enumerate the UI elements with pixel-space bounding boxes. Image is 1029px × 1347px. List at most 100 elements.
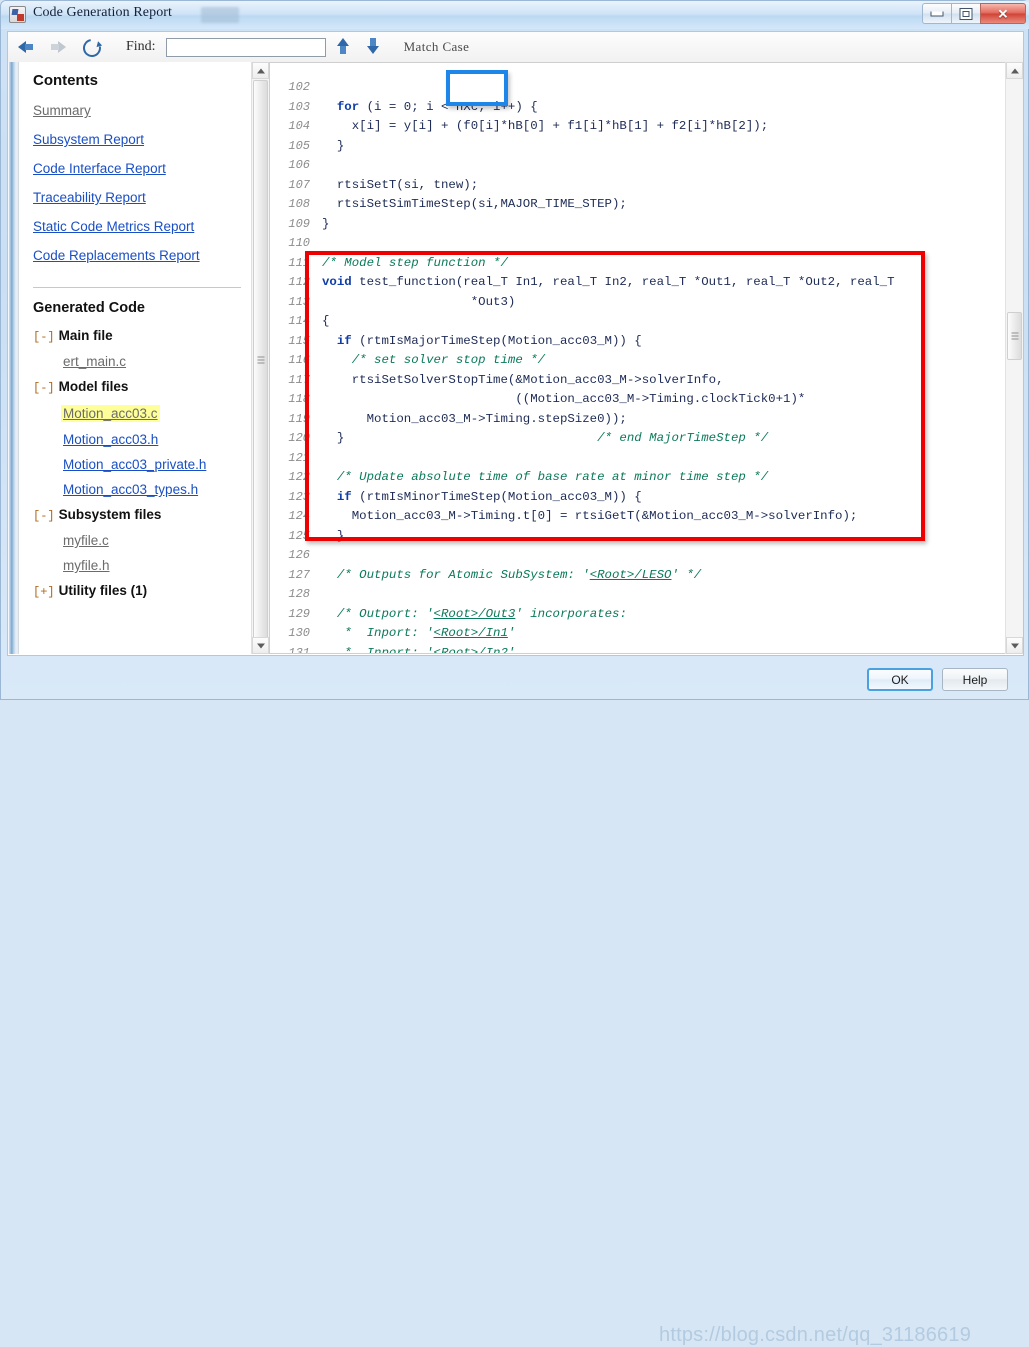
- file-link-motion-acc03-h[interactable]: Motion_acc03.h: [63, 432, 158, 447]
- code-token: }: [322, 217, 329, 231]
- code-token: rtsiSetSimTimeStep(si,MAJOR_TIME_STEP);: [322, 197, 627, 211]
- watermark-text: https://blog.csdn.net/qq_31186619: [659, 1324, 971, 1347]
- code-link[interactable]: <Root>/Out3: [434, 607, 516, 621]
- code-line: 108 rtsiSetSimTimeStep(si,MAJOR_TIME_STE…: [270, 195, 1005, 215]
- help-button[interactable]: Help: [942, 668, 1008, 691]
- code-token: }: [322, 431, 597, 445]
- collapse-toggle-icon[interactable]: [-]: [33, 381, 55, 395]
- code-line: 131 * Inport: '<Root>/In2': [270, 644, 1005, 654]
- sidebar-link-code-replacements-report[interactable]: Code Replacements Report: [33, 248, 239, 263]
- code-token: rtsiSetT(si, tnew);: [322, 178, 478, 192]
- find-previous-button[interactable]: [330, 35, 356, 59]
- chevron-down-icon: [1011, 643, 1019, 648]
- code-scroll-up-button[interactable]: [1006, 62, 1023, 79]
- group-subsystem-files: [-]Subsystem files myfile.c myfile.h: [33, 507, 239, 573]
- sidebar-scroll-down-button[interactable]: [252, 637, 269, 654]
- code-token: Motion_acc03_M->Timing.t[0] = rtsiGetT(&…: [322, 509, 857, 523]
- code-token: ((Motion_acc03_M->Timing.clockTick0+1)*: [322, 392, 805, 406]
- search-input[interactable]: [166, 38, 326, 57]
- line-number: 123: [270, 488, 310, 508]
- line-number: 122: [270, 468, 310, 488]
- code-token: for: [337, 100, 359, 114]
- code-link[interactable]: <Root>/In2: [434, 646, 508, 654]
- line-number: 102: [270, 78, 310, 98]
- code-token: /* Update absolute time of base rate at …: [337, 470, 768, 484]
- find-label: Find:: [126, 39, 156, 55]
- line-number: 131: [270, 644, 310, 654]
- line-number: 118: [270, 390, 310, 410]
- group-utility-files-header[interactable]: [+]Utility files (1): [33, 583, 239, 599]
- find-next-icon: [367, 46, 379, 54]
- code-line: 106: [270, 156, 1005, 176]
- window-title: Code Generation Report: [33, 5, 172, 21]
- report-icon: [9, 6, 26, 23]
- code-token: ' */: [671, 568, 701, 582]
- code-line: 125 }: [270, 527, 1005, 547]
- code-viewport[interactable]: 102103 for (i = 0; i < nXc; i++) {104 x[…: [269, 62, 1006, 654]
- code-scrollbar[interactable]: [1005, 62, 1024, 654]
- code-scroll-thumb[interactable]: [1007, 312, 1022, 360]
- code-line: 117 rtsiSetSolverStopTime(&Motion_acc03_…: [270, 371, 1005, 391]
- code-token: test_function(real_T In1, real_T In2, re…: [352, 275, 895, 289]
- file-link-motion-acc03-c[interactable]: Motion_acc03.c: [61, 405, 160, 422]
- code-token: }: [322, 139, 344, 153]
- sidebar-link-traceability-report[interactable]: Traceability Report: [33, 190, 239, 205]
- close-button[interactable]: ✕: [980, 3, 1026, 24]
- code-token: [322, 353, 352, 367]
- ok-button[interactable]: OK: [867, 668, 933, 691]
- content-area: Contents Summary Subsystem Report Code I…: [7, 62, 1024, 656]
- sidebar-scrollbar[interactable]: [251, 62, 270, 654]
- window-left-scroll-strip[interactable]: [8, 62, 19, 654]
- file-link-motion-acc03-types-h[interactable]: Motion_acc03_types.h: [63, 482, 198, 497]
- chevron-down-icon: [257, 643, 265, 648]
- file-link-myfile-h[interactable]: myfile.h: [63, 558, 110, 573]
- back-button[interactable]: [14, 35, 40, 59]
- file-link-ert-main-c[interactable]: ert_main.c: [63, 354, 126, 369]
- code-token: * Inport: ': [337, 626, 434, 640]
- sidebar-link-static-code-metrics-report[interactable]: Static Code Metrics Report: [33, 219, 239, 234]
- line-number: 129: [270, 605, 310, 625]
- grip-icon: [257, 357, 264, 364]
- collapse-toggle-icon[interactable]: [-]: [33, 509, 55, 523]
- maximize-button[interactable]: [951, 3, 980, 24]
- close-icon: ✕: [998, 7, 1009, 20]
- code-line: 109}: [270, 215, 1005, 235]
- code-token: /* Outport: ': [337, 607, 434, 621]
- code-link[interactable]: <Root>/In1: [434, 626, 508, 640]
- code-line: 112void test_function(real_T In1, real_T…: [270, 273, 1005, 293]
- code-line: 118 ((Motion_acc03_M->Timing.clockTick0+…: [270, 390, 1005, 410]
- code-token: [322, 334, 337, 348]
- sidebar-scroll-thumb[interactable]: [253, 80, 268, 640]
- line-number: 106: [270, 156, 310, 176]
- file-link-myfile-c[interactable]: myfile.c: [63, 533, 109, 548]
- sidebar-link-code-interface-report[interactable]: Code Interface Report: [33, 161, 239, 176]
- window-left-scroll-thumb[interactable]: [9, 62, 16, 654]
- group-label: Model files: [59, 379, 129, 394]
- file-link-motion-acc03-private-h[interactable]: Motion_acc03_private.h: [63, 457, 206, 472]
- refresh-button[interactable]: [78, 35, 104, 59]
- sidebar-link-subsystem-report[interactable]: Subsystem Report: [33, 132, 239, 147]
- expand-toggle-icon[interactable]: [+]: [33, 585, 55, 599]
- code-line: 105 }: [270, 137, 1005, 157]
- match-case-label[interactable]: Match Case: [404, 39, 470, 55]
- line-number: 110: [270, 234, 310, 254]
- grip-icon: [1011, 333, 1018, 340]
- code-link[interactable]: <Root>/LESO: [590, 568, 672, 582]
- forward-button[interactable]: [46, 35, 72, 59]
- title-bar: Code Generation Report ✕: [1, 1, 1029, 29]
- group-subsystem-files-header[interactable]: [-]Subsystem files: [33, 507, 239, 523]
- code-scroll-down-button[interactable]: [1006, 637, 1023, 654]
- code-listing[interactable]: 102103 for (i = 0; i < nXc; i++) {104 x[…: [270, 78, 1005, 654]
- code-line: 122 /* Update absolute time of base rate…: [270, 468, 1005, 488]
- group-model-files-header[interactable]: [-] Model files: [33, 379, 239, 395]
- find-previous-icon: [337, 38, 349, 46]
- group-main-file-header[interactable]: [-]Main file: [33, 328, 239, 344]
- sidebar-link-summary[interactable]: Summary: [33, 103, 239, 118]
- code-line: 107 rtsiSetT(si, tnew);: [270, 176, 1005, 196]
- sidebar-scroll-up-button[interactable]: [252, 62, 269, 79]
- collapse-toggle-icon[interactable]: [-]: [33, 330, 55, 344]
- minimize-button[interactable]: [922, 3, 951, 24]
- line-number: 113: [270, 293, 310, 313]
- find-next-button[interactable]: [360, 35, 386, 59]
- group-utility-files: [+]Utility files (1): [33, 583, 239, 599]
